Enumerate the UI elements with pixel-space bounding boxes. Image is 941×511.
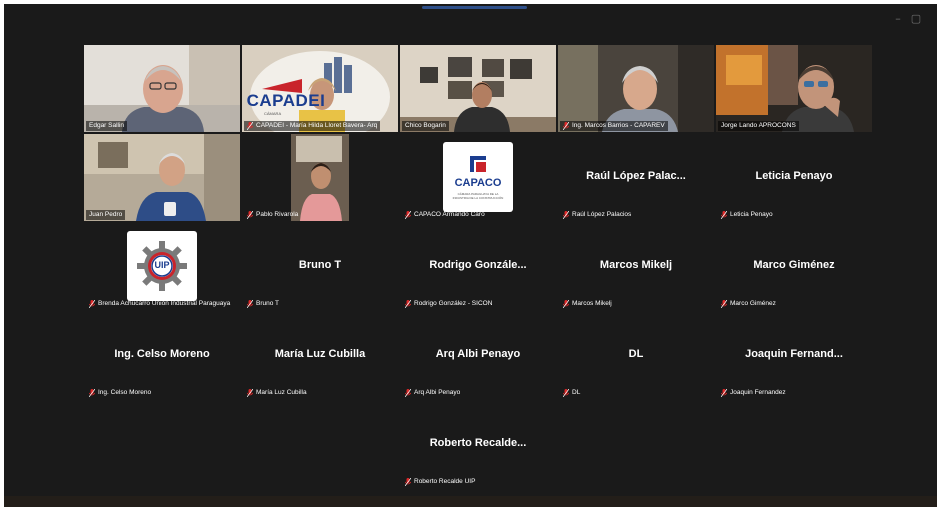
participant-tile-joaquin-fernandez[interactable]: Joaquin Fernand... Joaquin Fernandez <box>716 312 872 399</box>
participant-tile-celso-moreno[interactable]: Ing. Celso Moreno Ing. Celso Moreno <box>84 312 240 399</box>
participant-name-label: Ing. Celso Moreno <box>86 388 154 398</box>
participant-name-label: Ing. Marcos Barrios - CAPAREV <box>560 121 668 131</box>
participant-name-label: Juan Pedro <box>86 210 126 220</box>
participant-tile-marcos-barrios[interactable]: Ing. Marcos Barrios - CAPAREV <box>558 45 714 132</box>
participant-name-label: CAPADEI - María Hilda Lloret Bavera- Arq <box>244 121 381 131</box>
participant-video <box>242 134 398 221</box>
participant-tile-bruno-t[interactable]: Bruno T Bruno T <box>242 223 398 310</box>
participant-tile-rodrigo-gonzalez[interactable]: Rodrigo Gonzále... Rodrigo González - SI… <box>400 223 556 310</box>
participant-name-label: Arq Albi Penayo <box>402 388 463 398</box>
muted-mic-icon <box>247 389 253 397</box>
participant-name-label: Chico Bogarin <box>402 121 449 131</box>
muted-mic-icon <box>721 389 727 397</box>
participant-name-label: Edgar Sallin <box>86 121 128 131</box>
participant-display-name: Marcos Mikelj <box>599 259 673 271</box>
participant-display-name: Raúl López Palac... <box>586 170 686 182</box>
participant-tile-brenda-achucarro[interactable]: UIP Brenda Achucarro Unión Industrial Pa… <box>84 223 240 310</box>
participant-tile-pablo-rivarola[interactable]: Pablo Rivarola <box>242 134 398 221</box>
participant-tile-maria-luz-cubilla[interactable]: María Luz Cubilla María Luz Cubilla <box>242 312 398 399</box>
participant-tile-juan-pedro[interactable]: Juan Pedro <box>84 134 240 221</box>
bottom-toolbar-strip <box>4 496 937 507</box>
wall-sign-subtext: CÁMARA <box>264 111 282 116</box>
muted-mic-icon <box>563 211 569 219</box>
participant-display-name: Joaquin Fernand... <box>745 348 843 360</box>
muted-mic-icon <box>405 300 411 308</box>
muted-mic-icon <box>405 389 411 397</box>
participant-name-label: Bruno T <box>244 299 282 309</box>
participant-tile-roberto-recalde[interactable]: Roberto Recalde... Roberto Recalde UIP <box>400 401 556 488</box>
participant-video <box>242 45 398 132</box>
muted-mic-icon <box>563 300 569 308</box>
muted-mic-icon <box>89 300 95 308</box>
muted-mic-icon <box>721 211 727 219</box>
uip-logo: UIP <box>127 231 197 301</box>
participant-display-name: Ing. Celso Moreno <box>114 348 210 360</box>
title-bar: – ▢ <box>4 4 937 34</box>
minimize-icon[interactable]: – <box>891 12 905 26</box>
participant-tile-leticia-penayo[interactable]: Leticia Penayo Leticia Penayo <box>716 134 872 221</box>
participant-display-name: Bruno T <box>298 259 342 271</box>
participant-name-label: Joaquin Fernandez <box>718 388 789 398</box>
title-accent-bar <box>422 6 527 9</box>
capaco-logo: CAPACO CÁMARA PARAGUAYA DE LA INDUSTRIA … <box>443 142 513 212</box>
participant-tile-dl[interactable]: DL DL <box>558 312 714 399</box>
muted-mic-icon <box>247 211 253 219</box>
meeting-window: – ▢ Edgar Sallin CAPADEI CÁMARA CAPADEI … <box>4 4 937 507</box>
wall-sign-text: CAPADEI <box>246 91 326 110</box>
participant-display-name: Marco Giménez <box>753 259 835 271</box>
participant-display-name: Leticia Penayo <box>755 170 833 182</box>
participant-display-name: Roberto Recalde... <box>429 437 527 449</box>
muted-mic-icon <box>563 389 569 397</box>
muted-mic-icon <box>405 478 411 486</box>
participant-tile-capadei[interactable]: CAPADEI CÁMARA CAPADEI - María Hilda Llo… <box>242 45 398 132</box>
participant-name-label: María Luz Cubilla <box>244 388 310 398</box>
participant-video <box>400 45 556 132</box>
gallery-grid: Edgar Sallin CAPADEI CÁMARA CAPADEI - Ma… <box>84 45 874 490</box>
participant-tile-raul-lopez[interactable]: Raúl López Palac... Raúl López Palacios <box>558 134 714 221</box>
participant-tile-edgar-sallin[interactable]: Edgar Sallin <box>84 45 240 132</box>
participant-name-label: Jorge Lando APROCONS <box>718 121 799 131</box>
muted-mic-icon <box>563 122 569 130</box>
participant-name-label: DL <box>560 388 583 398</box>
muted-mic-icon <box>405 211 411 219</box>
participant-name-label: Rodrigo González - SICON <box>402 299 495 309</box>
muted-mic-icon <box>247 122 253 130</box>
participant-display-name: Rodrigo Gonzále... <box>429 259 527 271</box>
participant-video <box>558 45 714 132</box>
participant-name-label: Marco Giménez <box>718 299 779 309</box>
participant-name-label: Brenda Achucarro Unión Industrial Paragu… <box>86 299 233 309</box>
participant-tile-jorge-lando[interactable]: Jorge Lando APROCONS <box>716 45 872 132</box>
participant-display-name: Arq Albi Penayo <box>435 348 521 360</box>
muted-mic-icon <box>721 300 727 308</box>
participant-tile-albi-penayo[interactable]: Arq Albi Penayo Arq Albi Penayo <box>400 312 556 399</box>
participant-name-label: Pablo Rivarola <box>244 210 301 220</box>
participant-name-label: Roberto Recalde UIP <box>402 477 478 487</box>
participant-video <box>84 45 240 132</box>
participant-display-name: María Luz Cubilla <box>274 348 366 360</box>
muted-mic-icon <box>89 389 95 397</box>
participant-tile-capaco[interactable]: CAPACO CÁMARA PARAGUAYA DE LA INDUSTRIA … <box>400 134 556 221</box>
participant-video <box>716 45 872 132</box>
participant-name-label: Raúl López Palacios <box>560 210 634 220</box>
muted-mic-icon <box>247 300 253 308</box>
participant-tile-marco-gimenez[interactable]: Marco Giménez Marco Giménez <box>716 223 872 310</box>
participant-tile-chico-bogarin[interactable]: Chico Bogarin <box>400 45 556 132</box>
participant-tile-marcos-mikelj[interactable]: Marcos Mikelj Marcos Mikelj <box>558 223 714 310</box>
participant-name-label: Marcos Mikelj <box>560 299 615 309</box>
participant-name-label: Leticia Penayo <box>718 210 776 220</box>
participant-name-label: CAPACO Armando Caro <box>402 210 488 220</box>
participant-video <box>84 134 240 221</box>
capaco-emblem-icon <box>470 156 486 172</box>
participant-display-name: DL <box>628 348 644 360</box>
maximize-icon[interactable]: ▢ <box>909 12 923 26</box>
